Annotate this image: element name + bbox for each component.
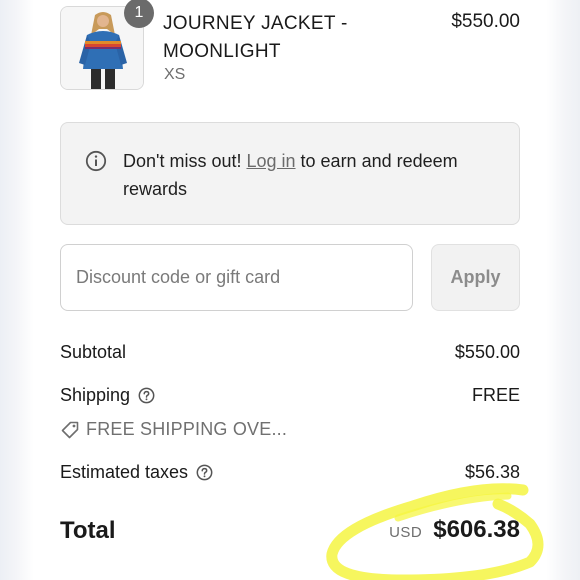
apply-button[interactable]: Apply (431, 244, 520, 311)
rewards-notice-text: Don't miss out! Log in to earn and redee… (123, 147, 503, 203)
product-name: JOURNEY JACKET - MOONLIGHT (163, 13, 348, 62)
product-variant: XS (164, 66, 186, 83)
taxes-value: $56.38 (464, 462, 520, 482)
rewards-text-before: Don't miss out! (123, 151, 247, 171)
subtotal-label-text: Subtotal (60, 342, 127, 362)
question-icon[interactable] (138, 387, 155, 404)
info-icon (85, 150, 107, 172)
taxes-label: Estimated taxes (60, 462, 213, 483)
subtotal-value: $550.00 (454, 342, 520, 362)
currency-code: USD (389, 524, 423, 541)
product-price: $550.00 (451, 11, 520, 32)
login-link[interactable]: Log in (246, 151, 295, 171)
discount-code-input[interactable] (60, 244, 413, 311)
tag-icon (61, 421, 79, 438)
shipping-discount-note: FREE SHIPPING OVE... (60, 419, 287, 440)
total-value-group: USD $606.38 (389, 516, 520, 544)
total-label: Total (60, 517, 116, 544)
rewards-notice: Don't miss out! Log in to earn and redee… (60, 122, 520, 225)
shipping-value: FREE (471, 385, 520, 405)
shipping-note-text: FREE SHIPPING OVE... (86, 419, 288, 439)
question-icon[interactable] (196, 464, 213, 481)
shipping-label-text: Shipping (60, 385, 131, 405)
subtotal-label: Subtotal (60, 342, 126, 363)
taxes-label-text: Estimated taxes (60, 462, 189, 482)
total-amount: $606.38 (433, 516, 520, 543)
shipping-label: Shipping (60, 385, 155, 406)
